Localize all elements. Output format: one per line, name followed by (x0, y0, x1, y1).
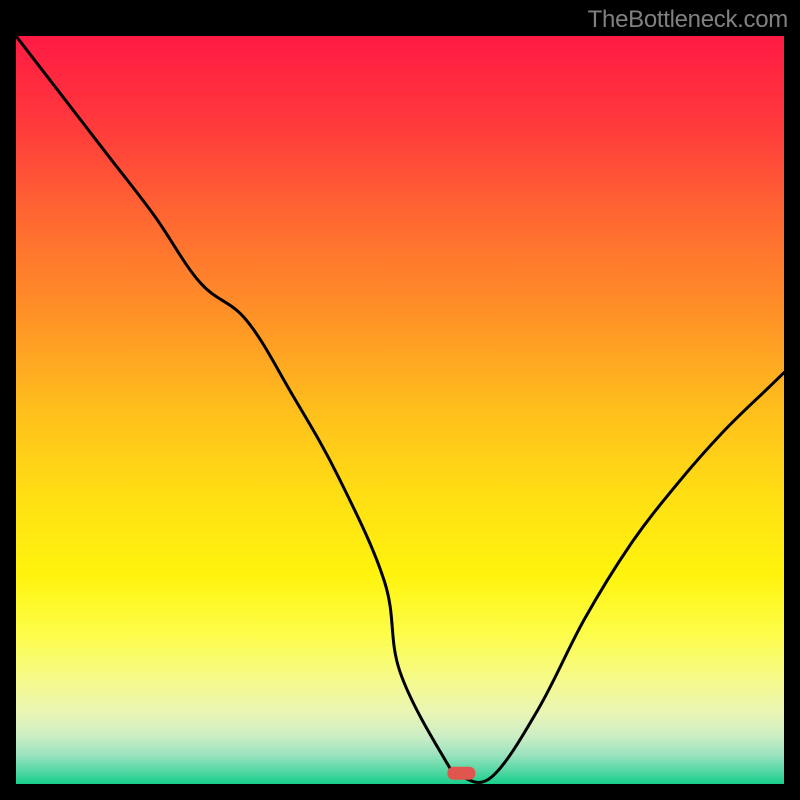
minimum-marker (447, 767, 475, 780)
bottleneck-chart (16, 36, 784, 784)
chart-frame: TheBottleneck.com (0, 0, 800, 800)
attribution-text: TheBottleneck.com (588, 6, 788, 34)
